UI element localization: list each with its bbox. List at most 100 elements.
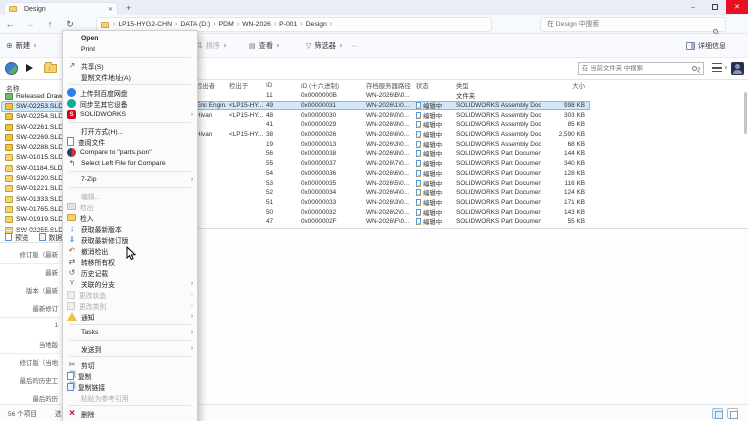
cell-state: 编辑中 bbox=[413, 111, 453, 120]
menu-item-label: Tasks bbox=[81, 329, 98, 336]
part-icon bbox=[5, 216, 13, 223]
menu-item[interactable]: 复制文件地址(A) bbox=[63, 71, 197, 82]
play-icon[interactable] bbox=[26, 64, 33, 72]
menu-item[interactable]: SOLIDWORKS› bbox=[63, 109, 197, 120]
menu-item[interactable]: 打开方式(H)... bbox=[63, 125, 197, 136]
table-row[interactable]: 410x00000029WN-2026\9\0...编辑中SOLIDWORKS … bbox=[192, 120, 748, 130]
explorer-search-input[interactable] bbox=[540, 17, 726, 32]
undocheckout-icon bbox=[67, 246, 77, 256]
vertical-scrollbar[interactable] bbox=[744, 92, 747, 134]
check-out-icon[interactable]: ↓ bbox=[44, 64, 57, 73]
breadcrumb-item[interactable]: Design bbox=[304, 21, 329, 28]
breadcrumb-item[interactable]: LP15-HYG2-CHN bbox=[116, 21, 174, 28]
tab-preview[interactable]: 预览 bbox=[5, 232, 29, 242]
menu-item[interactable]: Tasks› bbox=[63, 327, 197, 338]
maximize-button[interactable] bbox=[704, 0, 726, 14]
user-avatar[interactable] bbox=[731, 62, 744, 75]
table-row[interactable]: 520x00000034WN-2026\4\0...编辑中SOLIDWORKS … bbox=[192, 188, 748, 198]
menu-item-label: SOLIDWORKS bbox=[80, 111, 126, 118]
table-row[interactable]: 190x00000013WN-2026\3\0...编辑中SOLIDWORKS … bbox=[192, 139, 748, 149]
refresh-button[interactable]: ↻ bbox=[60, 19, 80, 30]
menu-item[interactable]: 删除 bbox=[63, 408, 197, 419]
menu-item[interactable]: 获取最新版本 bbox=[63, 223, 197, 234]
tab-design[interactable]: Design ✕ bbox=[4, 2, 118, 15]
table-row[interactable]: 550x00000037WN-2026\7\0...编辑中SOLIDWORKS … bbox=[192, 159, 748, 169]
menu-item[interactable]: 7-Zip› bbox=[63, 174, 197, 185]
menu-item[interactable]: 剪切 bbox=[63, 359, 197, 370]
column-header[interactable]: ID bbox=[263, 82, 298, 89]
table-row[interactable]: 510x00000033WN-2026\3\0...编辑中SOLIDWORKS … bbox=[192, 198, 748, 208]
menu-item[interactable]: Open bbox=[63, 33, 197, 44]
cell-size: 998 KB bbox=[541, 102, 587, 109]
chevron-down-icon: ∨ bbox=[724, 65, 728, 71]
menu-item[interactable]: Compare to "parts.json" bbox=[63, 147, 197, 158]
menu-icon-spacer bbox=[67, 126, 77, 136]
table-row[interactable]: 500x00000032WN-2026\2\0...编辑中SOLIDWORKS … bbox=[192, 207, 748, 217]
table-row[interactable]: Hivan<LP15-HY...480x00000030WN-2026\0\0.… bbox=[192, 110, 748, 120]
column-header[interactable]: ID (十六进制) bbox=[298, 81, 363, 90]
document-state-icon bbox=[416, 160, 421, 167]
column-header[interactable]: 存档服务器路径 bbox=[363, 81, 413, 90]
menu-item[interactable]: 共享(S) bbox=[63, 60, 197, 71]
close-button[interactable]: ✕ bbox=[726, 0, 748, 14]
tab-close-icon[interactable]: ✕ bbox=[108, 6, 113, 13]
breadcrumb-item[interactable]: PDM bbox=[217, 21, 236, 28]
new-tab-button[interactable]: + bbox=[126, 3, 131, 13]
table-row[interactable]: Eric Engin...<LP15-HY...490x00000031WN-2… bbox=[192, 101, 590, 111]
column-header[interactable]: 大小 bbox=[541, 81, 587, 90]
back-button[interactable]: ← bbox=[0, 19, 20, 29]
menu-item[interactable]: 复制 bbox=[63, 370, 197, 381]
breadcrumb-item[interactable]: P-001 bbox=[277, 21, 299, 28]
table-row[interactable]: Hivan<LP15-HY...380x00000026WN-2026\6\0.… bbox=[192, 130, 748, 140]
minimize-button[interactable]: – bbox=[682, 0, 704, 14]
preview-pane bbox=[192, 229, 748, 404]
column-header[interactable]: 状态 bbox=[413, 81, 453, 90]
table-row[interactable]: 470x0000002FWN-2026\F\0...编辑中SOLIDWORKS … bbox=[192, 217, 748, 227]
menu-item[interactable]: Select Left File for Compare bbox=[63, 158, 197, 169]
table-header-row[interactable]: 检出者检出于IDID (十六进制)存档服务器路径状态类型大小 bbox=[192, 80, 748, 91]
menu-item[interactable]: 通知› bbox=[63, 311, 197, 322]
copy-icon bbox=[67, 372, 74, 380]
up-button[interactable]: ↑ bbox=[40, 19, 60, 29]
details-view-toggle[interactable] bbox=[712, 408, 723, 419]
pdm-search-box[interactable]: ∨ bbox=[578, 62, 704, 75]
menu-item-label: 上传到百度网盘 bbox=[80, 88, 128, 98]
cell-id-hex: 0x00000034 bbox=[298, 189, 363, 196]
search-icon bbox=[692, 66, 697, 71]
menu-item[interactable]: 上传到百度网盘 bbox=[63, 87, 197, 98]
breadcrumb-item[interactable]: DATA (D:) bbox=[178, 21, 212, 28]
forward-button[interactable]: → bbox=[20, 19, 40, 29]
table-row[interactable]: 530x00000035WN-2026\5\0...编辑中SOLIDWORKS … bbox=[192, 178, 748, 188]
table-row[interactable]: 540x00000036WN-2026\6\0...编辑中SOLIDWORKS … bbox=[192, 169, 748, 179]
menu-item[interactable]: 查阅文件 bbox=[63, 136, 197, 147]
menu-item[interactable]: 获取最新修订版 bbox=[63, 234, 197, 245]
column-header[interactable]: 检出于 bbox=[226, 81, 263, 90]
menu-item[interactable]: 复制链接 bbox=[63, 381, 197, 392]
breadcrumb-item[interactable]: WN-2026 bbox=[240, 21, 273, 28]
menu-item[interactable]: 检入 bbox=[63, 212, 197, 223]
menu-item[interactable]: 关联的分支› bbox=[63, 278, 197, 289]
more-button[interactable]: ··· bbox=[345, 41, 364, 50]
view-button[interactable]: ▤ 查看 ∨ bbox=[243, 41, 286, 51]
menu-item[interactable]: Print bbox=[63, 44, 197, 55]
new-button[interactable]: ⊕ 新建 ∨ bbox=[0, 41, 43, 51]
menu-item-label: 更改类别 bbox=[79, 301, 106, 311]
column-header[interactable]: 类型 bbox=[453, 81, 541, 90]
search-results-list-button[interactable]: ∨ bbox=[712, 63, 728, 72]
document-state-icon bbox=[416, 141, 421, 148]
pdm-search-input[interactable] bbox=[579, 65, 692, 72]
menu-item[interactable]: 发送到› bbox=[63, 343, 197, 354]
menu-item[interactable]: 同步至其它设备 bbox=[63, 98, 197, 109]
cell-state: 编辑中 bbox=[413, 179, 453, 188]
icons-view-toggle[interactable] bbox=[727, 408, 738, 419]
cell-size: 116 KB bbox=[541, 180, 587, 187]
table-row[interactable]: 560x00000038WN-2026\8\0...编辑中SOLIDWORKS … bbox=[192, 149, 748, 159]
cell-size: 55 KB bbox=[541, 218, 587, 225]
cell-type: SOLIDWORKS Part Document bbox=[453, 180, 541, 187]
filter-button[interactable]: ▽ 筛选器 ∨ bbox=[300, 41, 349, 51]
details-pane-toggle[interactable]: 详细信息 bbox=[686, 41, 726, 51]
menu-item[interactable]: 历史记载 bbox=[63, 267, 197, 278]
table-row[interactable]: 110x0000000BWN-2026\B\0...文件夹 bbox=[192, 91, 748, 101]
pdm-vault-icon[interactable] bbox=[5, 62, 18, 75]
compare-icon bbox=[67, 148, 76, 157]
